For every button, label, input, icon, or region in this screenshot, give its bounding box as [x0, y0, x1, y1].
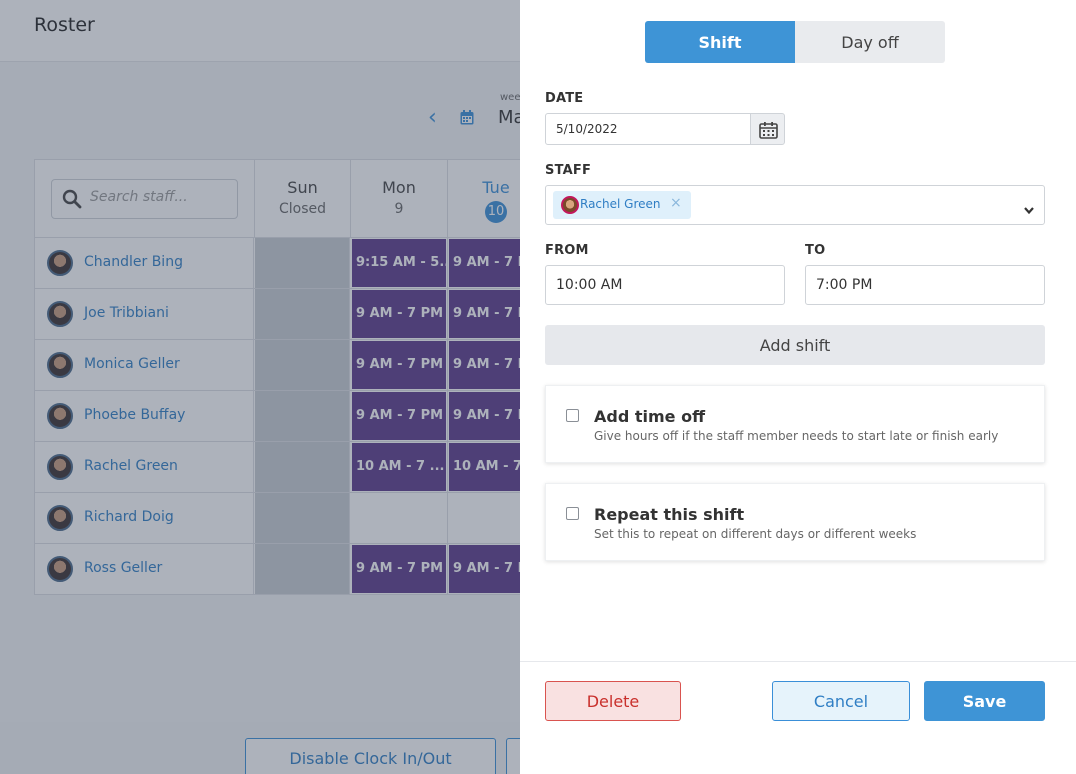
from-label: FROM — [545, 243, 589, 258]
mode-toggle: Shift Day off — [645, 21, 945, 63]
staff-select[interactable]: Rachel Green × — [545, 185, 1045, 225]
repeat-checkbox[interactable] — [566, 507, 579, 520]
staff-label: STAFF — [545, 163, 592, 178]
tab-shift[interactable]: Shift — [645, 21, 795, 63]
cancel-button[interactable]: Cancel — [772, 681, 910, 721]
date-field[interactable] — [545, 113, 751, 145]
time-off-title: Add time off — [594, 407, 706, 426]
to-label: TO — [805, 243, 826, 258]
repeat-description: Set this to repeat on different days or … — [594, 527, 917, 541]
date-label: DATE — [545, 91, 584, 106]
remove-tag-icon[interactable]: × — [670, 195, 682, 211]
time-off-option: Add time off Give hours off if the staff… — [545, 385, 1045, 463]
avatar — [561, 196, 579, 214]
delete-button[interactable]: Delete — [545, 681, 681, 721]
chevron-down-icon[interactable] — [1023, 200, 1035, 219]
repeat-option: Repeat this shift Set this to repeat on … — [545, 483, 1045, 561]
selected-staff-tag: Rachel Green × — [553, 191, 691, 219]
time-off-description: Give hours off if the staff member needs… — [594, 429, 999, 443]
tab-day-off[interactable]: Day off — [795, 21, 945, 63]
repeat-title: Repeat this shift — [594, 505, 745, 524]
add-shift-button[interactable]: Add shift — [545, 325, 1045, 365]
to-time-field[interactable] — [805, 265, 1045, 305]
date-picker-button[interactable] — [750, 113, 785, 145]
selected-staff-name: Rachel Green — [580, 197, 661, 211]
save-button[interactable]: Save — [924, 681, 1045, 721]
footer-divider — [520, 661, 1076, 662]
shift-editor-panel: Shift Day off DATE STAFF Rachel Green × … — [520, 0, 1076, 774]
from-time-field[interactable] — [545, 265, 785, 305]
time-off-checkbox[interactable] — [566, 409, 579, 422]
